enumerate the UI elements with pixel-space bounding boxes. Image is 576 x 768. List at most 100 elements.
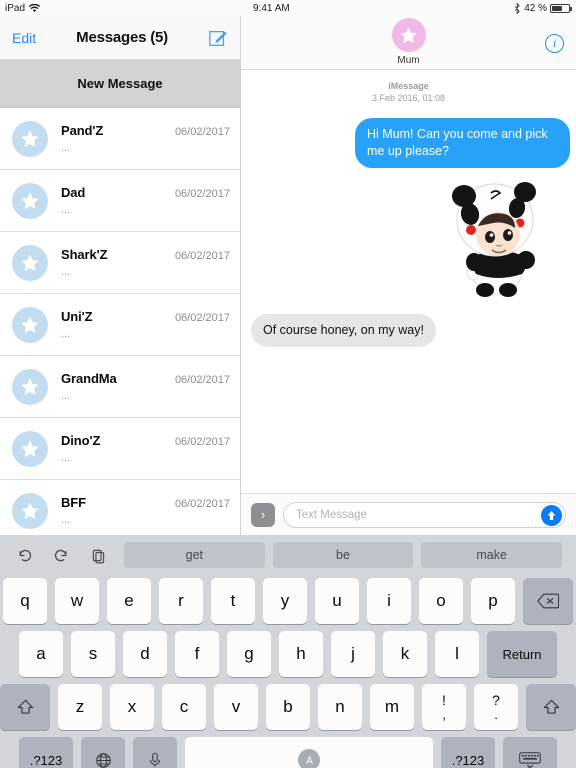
paste-icon[interactable] [90, 547, 107, 564]
message-thread: iMessage 3 Feb 2016, 01:08 Hi Mum! Can y… [241, 70, 576, 492]
message-timestamp: 3 Feb 2016, 01:08 [371, 93, 446, 104]
conversation-top-line: Dad 06/02/2017 [61, 185, 230, 200]
chat-pane: Mum i iMessage 3 Feb 2016, 01:08 Hi Mum!… [241, 16, 576, 535]
keyboard-row-2: a s d f g h j k l Return [0, 631, 576, 677]
message-input-wrapper[interactable]: Text Message [283, 501, 566, 528]
key-v[interactable]: v [214, 684, 258, 730]
key-e[interactable]: e [107, 578, 151, 624]
conversation-date: 06/02/2017 [174, 188, 230, 200]
chevron-right-icon[interactable]: › [251, 502, 275, 527]
key-q[interactable]: q [3, 578, 47, 624]
battery-percent-label: 42 % [524, 2, 547, 14]
conversation-date: 06/02/2017 [174, 126, 230, 138]
conversation-preview: ... [61, 514, 71, 526]
message-bubble-outgoing[interactable]: Hi Mum! Can you come and pick me up plea… [355, 118, 570, 169]
suggestion-1[interactable]: be [272, 542, 414, 568]
wifi-icon [28, 3, 41, 13]
conversation-top-line: Dino'Z 06/02/2017 [61, 433, 230, 448]
conversation-preview: ... [61, 142, 71, 154]
conversation-body: Shark'Z 06/02/2017... [61, 247, 230, 278]
key-x[interactable]: x [110, 684, 154, 730]
key-d[interactable]: d [123, 631, 167, 677]
key-y[interactable]: y [263, 578, 307, 624]
contact-name: Mum [397, 55, 420, 66]
star-icon [19, 376, 41, 398]
avatar [12, 182, 48, 219]
number-mode-key-left[interactable]: .?123 [19, 737, 73, 768]
ipad-messages-screen: iPad 9:41 AM 42 % Edit Messages (5) New … [0, 0, 576, 768]
avatar [12, 492, 48, 529]
conversation-row[interactable]: Uni'Z 06/02/2017... [0, 294, 240, 356]
key-o[interactable]: o [419, 578, 463, 624]
avatar [12, 244, 48, 281]
key-b[interactable]: b [266, 684, 310, 730]
globe-icon[interactable] [81, 737, 125, 768]
compose-icon[interactable] [208, 28, 228, 48]
message-row-sticker [253, 178, 564, 308]
predictive-bar: get be make [0, 539, 576, 571]
backspace-icon[interactable] [523, 578, 573, 624]
conversation-body: Dad 06/02/2017... [61, 185, 230, 216]
info-button[interactable]: i [545, 34, 564, 53]
conversation-date: 06/02/2017 [174, 312, 230, 324]
undo-icon[interactable] [16, 547, 33, 564]
suggestion-2[interactable]: make [421, 542, 563, 568]
bluetooth-icon [514, 2, 521, 14]
punctuation-key-exclamation-comma[interactable]: !, [422, 684, 466, 730]
conversation-name: Dino'Z [61, 433, 101, 448]
edit-button[interactable]: Edit [12, 30, 36, 46]
key-m[interactable]: m [370, 684, 414, 730]
key-g[interactable]: g [227, 631, 271, 677]
send-arrow-up-icon[interactable] [541, 504, 562, 526]
space-key[interactable] [185, 737, 433, 768]
conversation-row[interactable]: Pand'Z 06/02/2017... [0, 108, 240, 170]
key-z[interactable]: z [58, 684, 102, 730]
microphone-icon[interactable] [133, 737, 177, 768]
conversation-top-line: Uni'Z 06/02/2017 [61, 309, 230, 324]
keyboard-row-1: qwertyuiop [0, 578, 576, 624]
key-n[interactable]: n [318, 684, 362, 730]
conversation-body: Dino'Z 06/02/2017... [61, 433, 230, 464]
hide-keyboard-icon[interactable] [503, 737, 557, 768]
key-h[interactable]: h [279, 631, 323, 677]
punctuation-key-question-period[interactable]: ?. [474, 684, 518, 730]
message-service-label: iMessage [388, 81, 429, 91]
contact-avatar[interactable] [391, 18, 426, 52]
return-key[interactable]: Return [487, 631, 557, 677]
conversation-list[interactable]: Pand'Z 06/02/2017... Dad 06/02/2017... Shark… [0, 108, 240, 531]
star-icon [398, 25, 419, 46]
number-mode-key-right[interactable]: .?123 [441, 737, 495, 768]
conversation-date: 06/02/2017 [174, 436, 230, 448]
key-t[interactable]: t [211, 578, 255, 624]
suggestion-0[interactable]: get [124, 542, 265, 568]
shift-icon-left[interactable] [0, 684, 50, 730]
key-w[interactable]: w [55, 578, 99, 624]
key-a[interactable]: a [19, 631, 63, 677]
key-i[interactable]: i [367, 578, 411, 624]
conversation-top-line: BFF 06/02/2017 [61, 495, 230, 510]
key-l[interactable]: l [435, 631, 479, 677]
redo-icon[interactable] [53, 547, 70, 564]
shift-icon-right[interactable] [526, 684, 576, 730]
conversation-row[interactable]: Shark'Z 06/02/2017... [0, 232, 240, 294]
key-s[interactable]: s [71, 631, 115, 677]
app-store-icon[interactable] [298, 749, 320, 768]
battery-icon [550, 3, 572, 13]
key-f[interactable]: f [175, 631, 219, 677]
conversation-row[interactable]: Dad 06/02/2017... [0, 170, 240, 232]
key-u[interactable]: u [315, 578, 359, 624]
key-r[interactable]: r [159, 578, 203, 624]
key-j[interactable]: j [331, 631, 375, 677]
conversation-name: Dad [61, 185, 86, 200]
conversation-date: 06/02/2017 [174, 374, 230, 386]
message-bubble-incoming[interactable]: Of course honey, on my way! [251, 314, 436, 348]
panda-costume-character-sticker[interactable] [440, 178, 550, 308]
conversation-row[interactable]: BFF 06/02/2017... [0, 480, 240, 531]
key-c[interactable]: c [162, 684, 206, 730]
star-icon [19, 314, 41, 336]
conversation-row[interactable]: GrandMa 06/02/2017... [0, 356, 240, 418]
key-p[interactable]: p [471, 578, 515, 624]
new-message-header[interactable]: New Message [0, 60, 240, 108]
conversation-row[interactable]: Dino'Z 06/02/2017... [0, 418, 240, 480]
key-k[interactable]: k [383, 631, 427, 677]
